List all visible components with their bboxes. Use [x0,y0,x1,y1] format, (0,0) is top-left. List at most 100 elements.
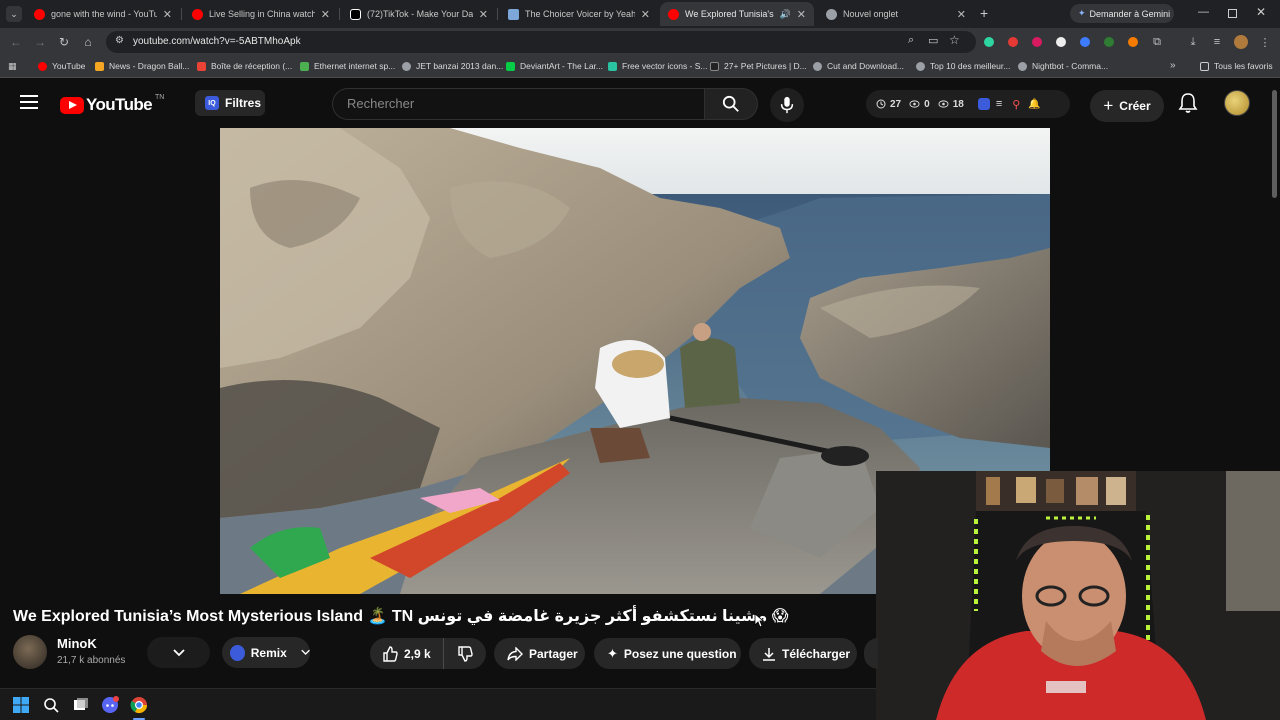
extension-icon[interactable] [984,37,994,47]
minimize-window-button[interactable]: — [1198,6,1209,18]
download-icon[interactable]: ⤓ [1186,35,1200,49]
address-bar[interactable]: ⚙ youtube.com/watch?v=-5ABTMhoApk ⌕ ▭ ☆ [106,31,976,53]
page-scrollbar[interactable] [1272,90,1277,198]
forward-button[interactable]: → [32,34,48,50]
bookmark-item[interactable]: News - Dragon Ball... [95,61,189,71]
notifications-button[interactable] [1178,92,1200,114]
notification-off-icon[interactable]: 🔔 [1028,99,1040,110]
bookmark-label: News - Dragon Ball... [109,61,190,71]
all-bookmarks-folder[interactable]: Tous les favoris [1200,61,1273,71]
subscription-dropdown-button[interactable] [147,637,210,668]
youtube-icon [192,8,203,20]
bookmark-item[interactable]: Free vector icons - S... [608,61,708,71]
browser-tab-3[interactable]: (72)TikTok - Make Your Day ✕ [342,2,496,26]
bookmark-item[interactable]: JET banzai 2013 dan... [402,61,503,71]
close-window-button[interactable]: ✕ [1256,5,1266,19]
home-button[interactable]: ⌂ [80,34,96,50]
tab-title: Nouvel onglet [843,9,899,19]
browser-tab-4[interactable]: The Choicer Voicer by YeahMay ✕ [500,2,658,26]
browser-tab-2[interactable]: Live Selling in China watched b ✕ [184,2,338,26]
dislike-button[interactable] [444,638,486,669]
close-icon[interactable]: ✕ [957,8,966,21]
filters-label: Filtres [225,96,262,110]
back-button[interactable]: ← [8,34,24,50]
new-tab-button[interactable]: + [980,5,988,21]
list-icon[interactable]: ≡ [996,98,1002,110]
browser-tab-active[interactable]: We Explored Tunisia's Most 🔊 ✕ [660,2,814,26]
search-button[interactable] [704,88,758,120]
bookmark-star-icon[interactable]: ☆ [949,33,960,47]
zoom-icon[interactable]: ⌕ [908,34,914,47]
more-actions-button[interactable] [864,638,878,669]
account-avatar[interactable] [1224,90,1250,116]
microphone-icon [780,96,794,114]
hamburger-menu-icon[interactable] [20,95,38,109]
gemini-button[interactable]: ✦ Demander à Gemini [1070,4,1174,23]
close-icon[interactable]: ✕ [641,8,650,21]
bookmarks-bar: ▦ YouTube News - Dragon Ball... Boîte de… [0,56,1280,78]
page-icon [508,8,519,20]
browser-tab-1[interactable]: gone with the wind - YouTube ✕ [26,2,180,26]
remix-button[interactable]: Remix [222,637,310,668]
bookmark-item[interactable]: Boîte de réception (... [197,61,292,71]
bookmark-label: JET banzai 2013 dan... [416,61,504,71]
extension-icon[interactable] [1128,37,1138,47]
cast-icon[interactable]: ▭ [928,34,938,47]
iq-extension-icon[interactable] [977,98,990,110]
extension-icon[interactable] [1008,37,1018,47]
alert-icon[interactable]: ⚲ [1012,98,1020,111]
like-button[interactable]: 2,9 k [370,638,444,669]
discord-icon[interactable] [101,696,119,714]
bookmark-item[interactable]: Top 10 des meilleur... [916,61,1010,71]
bookmark-item[interactable]: Nightbot - Comma... [1018,61,1108,71]
youtube-logo[interactable]: YouTube TN [60,94,164,115]
like-count: 2,9 k [404,646,431,661]
tab-search-button[interactable]: ⌄ [6,6,22,22]
share-button[interactable]: Partager [494,638,585,669]
bookmark-item[interactable]: YouTube [38,61,85,71]
extensions-puzzle-icon[interactable]: ⧉ [1150,35,1164,49]
windows-start-icon[interactable] [12,696,30,714]
media-controls-icon[interactable]: ≡ [1210,35,1224,49]
reload-button[interactable]: ↻ [56,34,72,50]
maximize-window-button[interactable] [1228,9,1237,18]
bookmark-item[interactable]: Ethernet internet sp... [300,61,395,71]
bookmark-item[interactable]: 27+ Pet Pictures | D... [710,61,807,71]
speaker-icon[interactable]: 🔊 [780,9,791,20]
globe-icon [1018,61,1027,71]
filters-button[interactable]: IQ Filtres [195,90,265,116]
eye-count: 0 [924,98,930,110]
download-button[interactable]: Télécharger [749,638,857,669]
ask-question-button[interactable]: ✦ Posez une question [594,638,741,669]
bookmark-item[interactable]: Cut and Download... [813,61,904,71]
extension-icon[interactable] [1080,37,1090,47]
task-view-icon[interactable] [72,696,90,714]
tab-title: Live Selling in China watched b [209,9,315,19]
voice-search-button[interactable] [770,88,804,122]
browser-tab-6[interactable]: Nouvel onglet ✕ [818,2,974,26]
site-info-icon[interactable]: ⚙ [115,35,124,46]
close-icon[interactable]: ✕ [797,8,806,21]
more-bookmarks-icon[interactable]: » [1170,60,1176,71]
tab-title: The Choicer Voicer by YeahMay [525,9,635,19]
extension-stats-bar[interactable]: 27 0 18 ≡ ⚲ 🔔 [866,90,1070,118]
bookmark-item[interactable]: DeviantArt - The Lar... [506,61,603,71]
browser-toolbar: ← → ↻ ⌂ ⚙ youtube.com/watch?v=-5ABTMhoAp… [0,28,1280,56]
close-icon[interactable]: ✕ [479,8,488,21]
extension-icon[interactable] [1032,37,1042,47]
search-icon[interactable] [42,696,60,714]
create-button[interactable]: + Créer [1090,90,1164,122]
chrome-icon[interactable] [130,696,148,714]
channel-avatar[interactable] [13,635,47,669]
search-input[interactable] [347,96,687,111]
close-icon[interactable]: ✕ [163,8,172,21]
extension-icon[interactable] [1056,37,1066,47]
logo-text: YouTube [86,95,153,114]
channel-name[interactable]: MinoK [57,636,97,651]
profile-avatar[interactable] [1234,35,1248,49]
close-icon[interactable]: ✕ [321,8,330,21]
url-text[interactable]: youtube.com/watch?v=-5ABTMhoApk [133,36,301,47]
extension-icon[interactable] [1104,37,1114,47]
apps-grid-icon[interactable]: ▦ [8,61,18,71]
more-menu-icon[interactable]: ⋮ [1258,35,1272,49]
